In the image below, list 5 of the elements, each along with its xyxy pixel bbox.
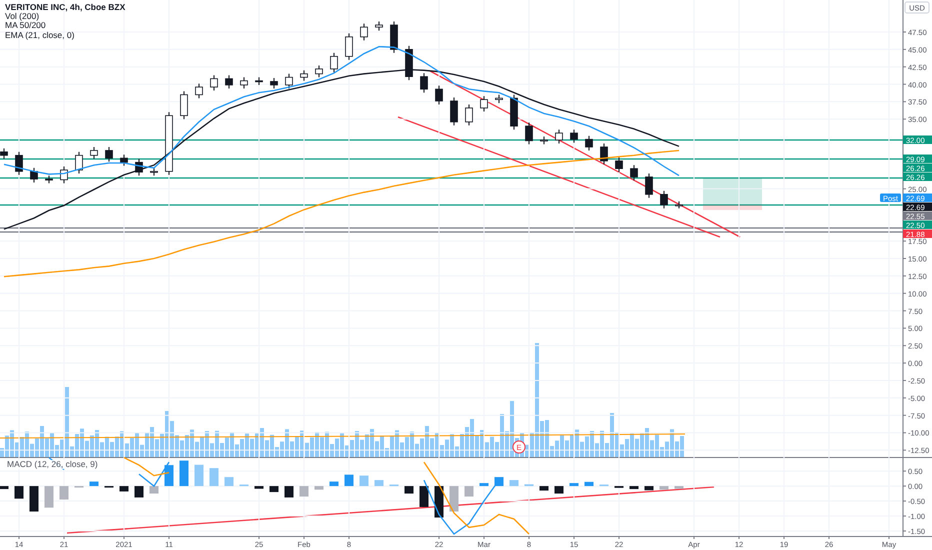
indicator-label: MA 50/200 xyxy=(5,21,47,31)
chart-title: VERITONE INC, 4h, Cboe BZX xyxy=(5,3,126,12)
indicator-label: EMA (21, close, 0) xyxy=(5,30,76,40)
indicator-label: Vol (200) xyxy=(5,12,40,22)
indicator-label: MACD (12, 26, close, 9) xyxy=(5,460,100,470)
